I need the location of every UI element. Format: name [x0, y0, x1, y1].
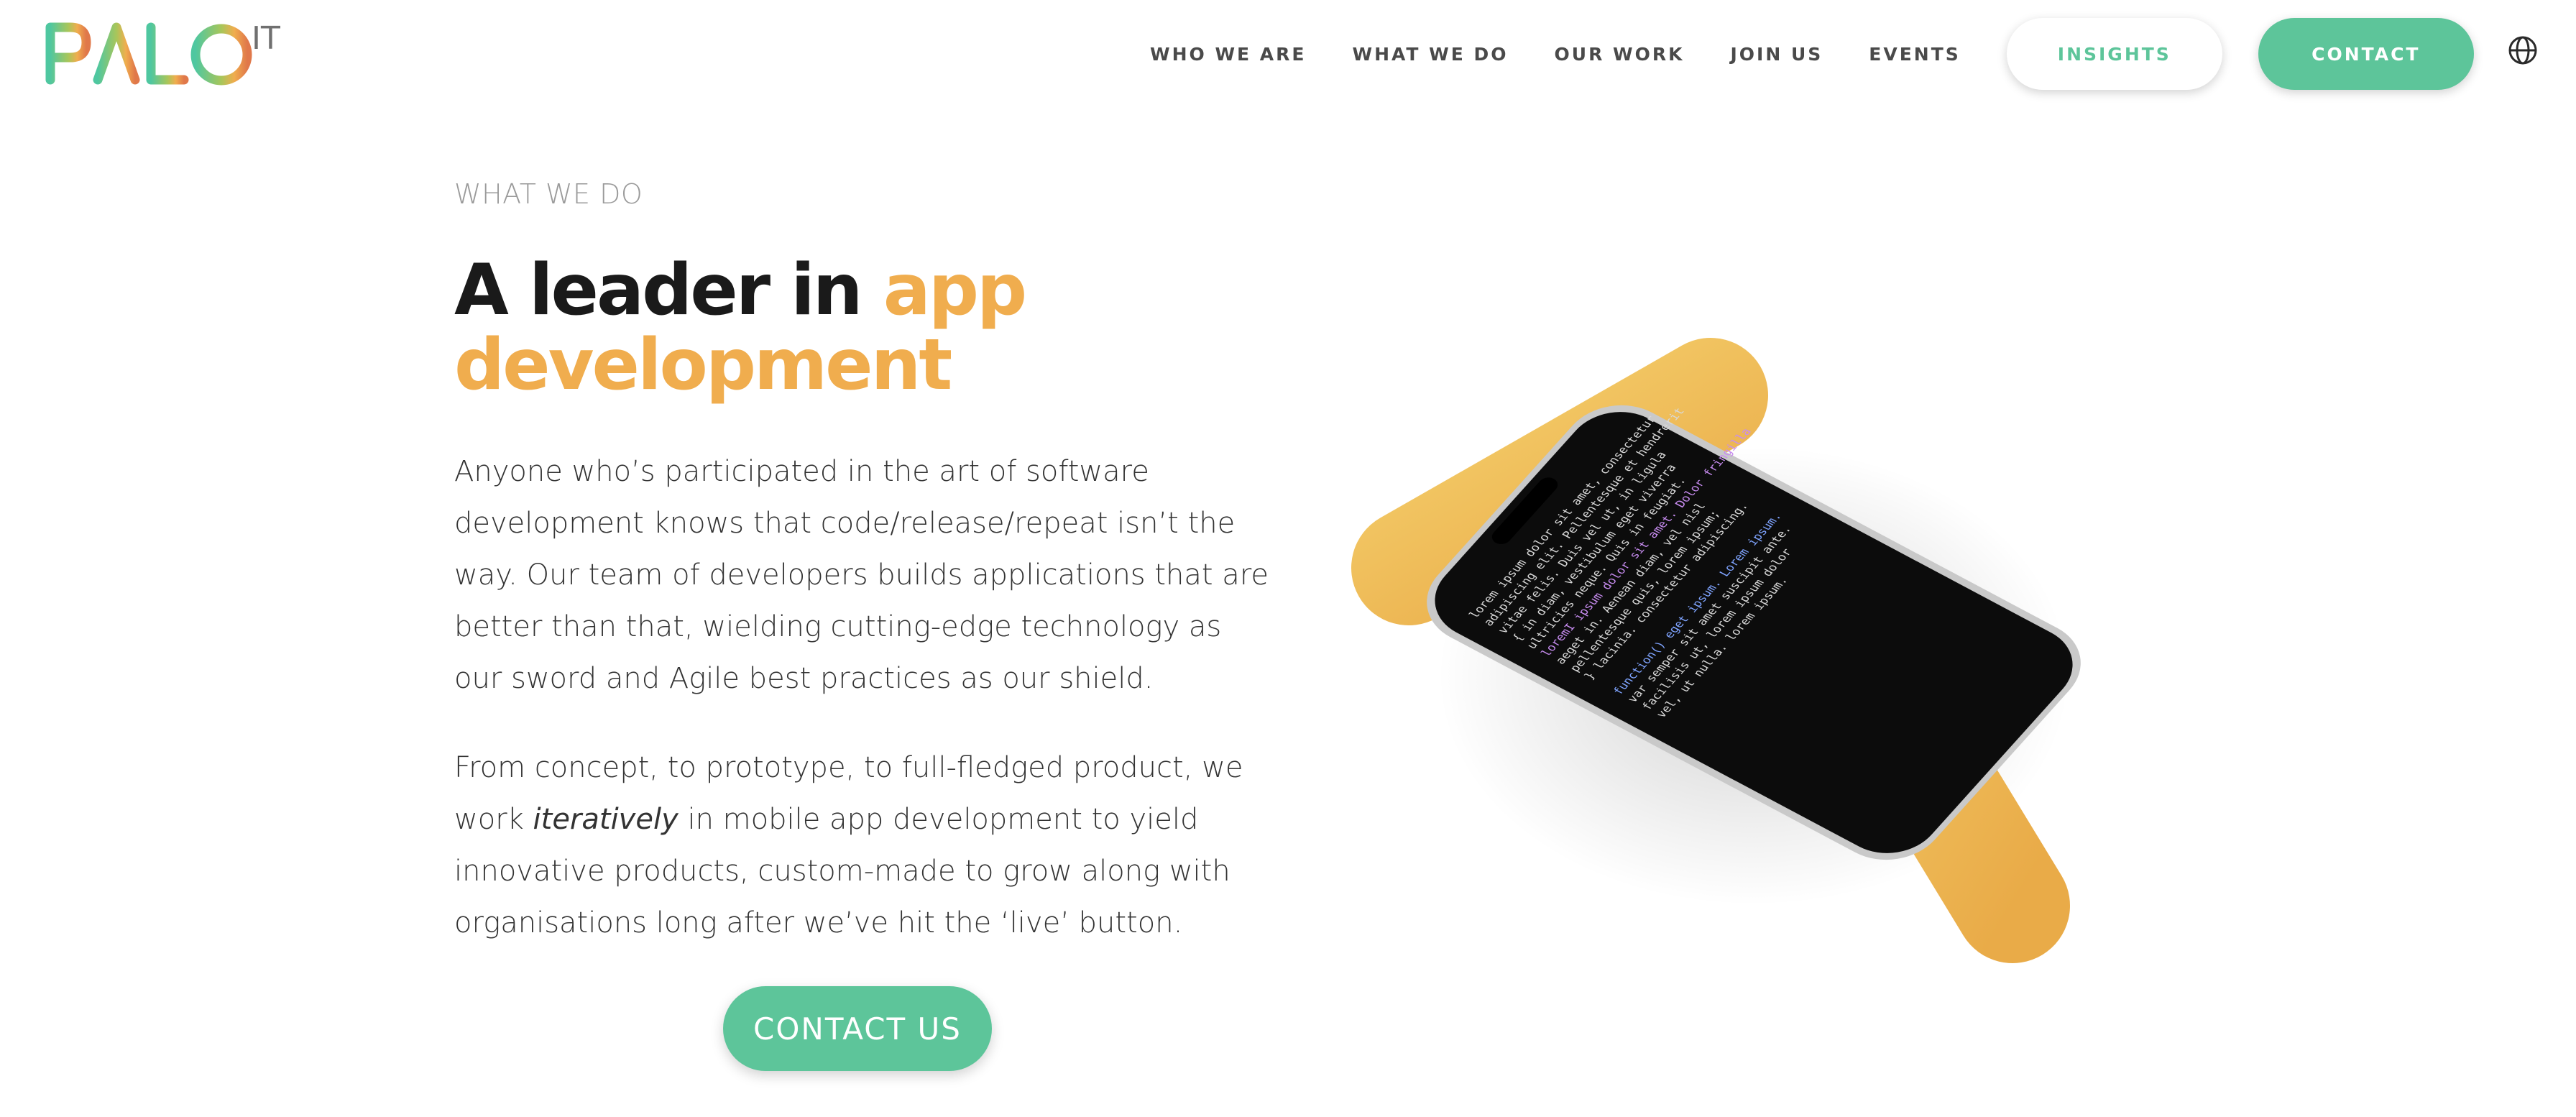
nav-our-work[interactable]: OUR WORK [1555, 44, 1685, 65]
process-paragraph: From concept, to prototype, to full-fled… [454, 742, 1274, 949]
nav-what-we-do[interactable]: WHAT WE DO [1353, 44, 1509, 65]
page-title: A leader in app development [454, 253, 1245, 403]
phone-with-pills-graphic: lorem ipsum dolor sit amet, consectetur … [1351, 338, 2081, 963]
language-selector-icon [2508, 36, 2537, 65]
palo-it-logo[interactable]: IT [43, 19, 302, 91]
intro-paragraph: Anyone who’s participated in the art of … [454, 455, 1269, 695]
palo-it-logo-mark: IT [45, 20, 280, 86]
nav-who-we-are[interactable]: WHO WE ARE [1150, 44, 1307, 65]
nav-join-us[interactable]: JOIN US [1731, 44, 1823, 65]
section-eyebrow: WHAT WE DO [454, 178, 643, 210]
process-paragraph-emphasis: iteratively [533, 803, 678, 836]
site-header: IT WHO WE ARE WHAT WE DO OUR WORK JOIN U… [0, 0, 2576, 108]
contact-us-button[interactable]: CONTACT US [723, 986, 992, 1071]
contact-button[interactable]: CONTACT [2258, 18, 2474, 90]
headline-plain: A leader in [454, 249, 883, 331]
nav-events[interactable]: EVENTS [1869, 44, 1961, 65]
phone-illustration: lorem ipsum dolor sit amet, consectetur … [1351, 331, 2142, 992]
main-nav: WHO WE ARE WHAT WE DO OUR WORK JOIN US E… [1150, 0, 2474, 108]
headline-accent-development: development [454, 324, 952, 406]
headline-accent-app: app [883, 249, 1027, 331]
globe-icon[interactable] [2507, 35, 2539, 66]
logo-superscript: IT [252, 20, 280, 57]
insights-button[interactable]: INSIGHTS [2006, 18, 2222, 90]
